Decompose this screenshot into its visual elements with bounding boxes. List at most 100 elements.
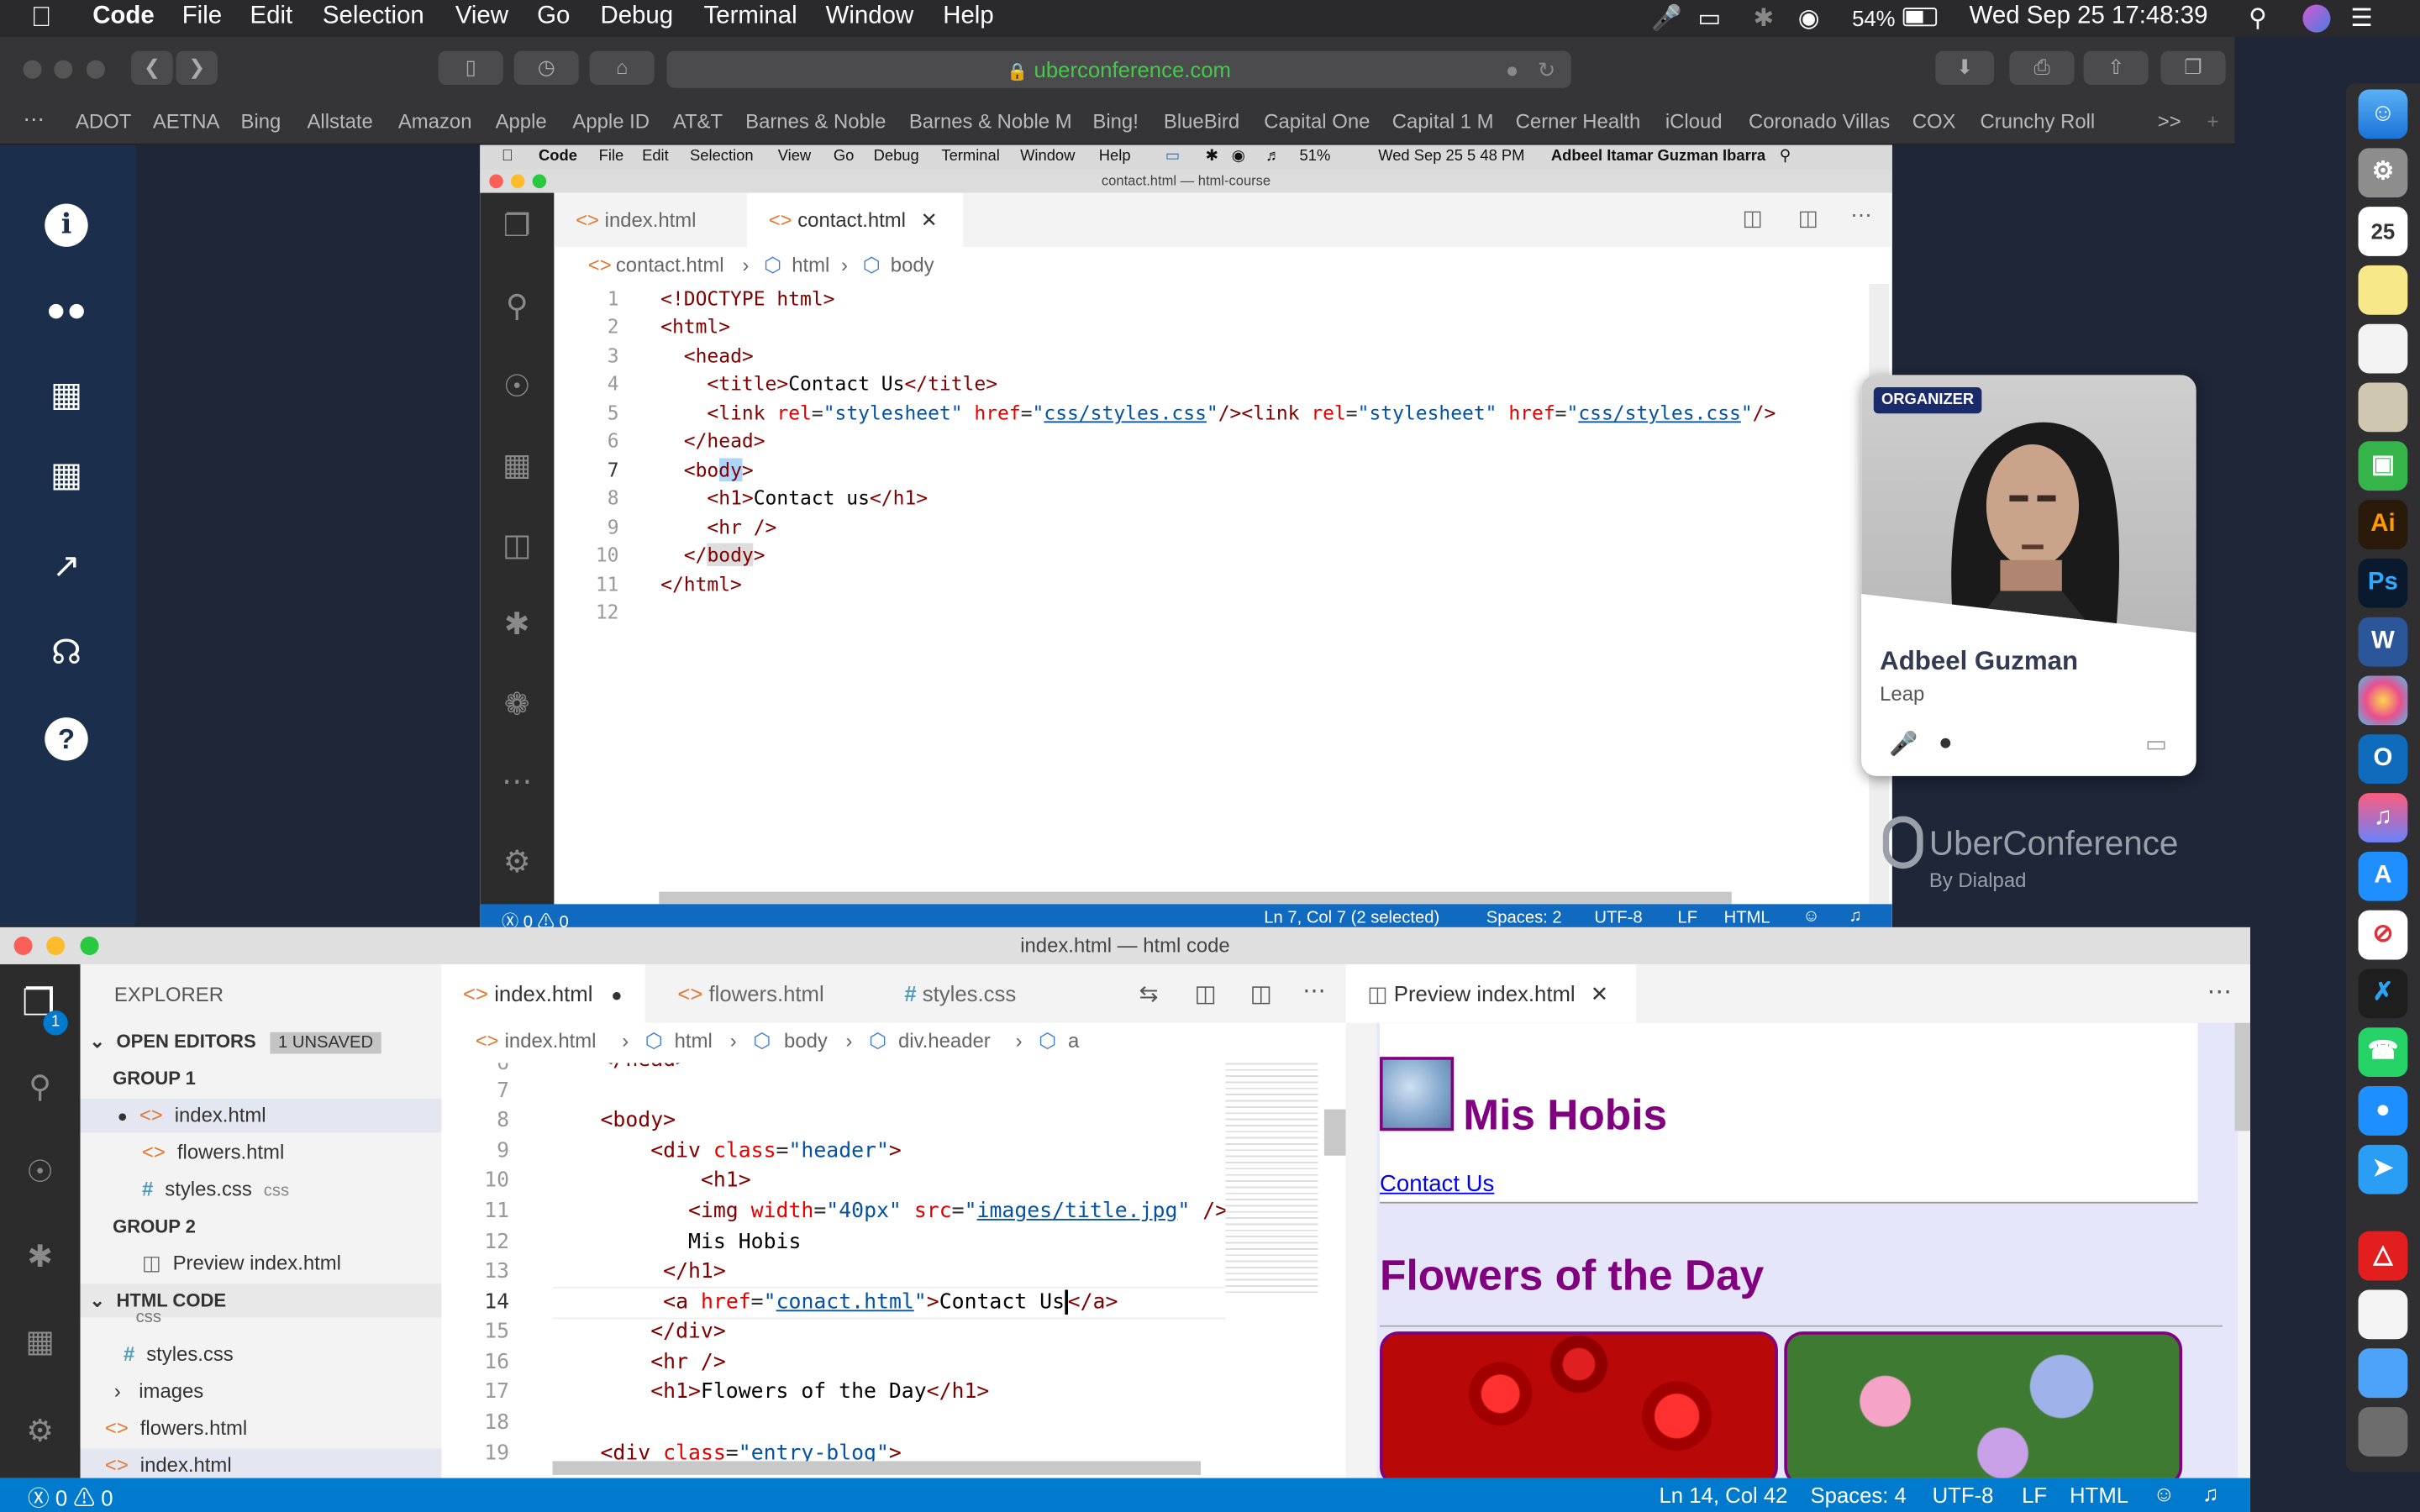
source-control-icon[interactable]: ☉ [22,1154,59,1191]
document-icon[interactable] [2358,1289,2408,1340]
breadcrumb-item[interactable]: div.header [898,1029,991,1053]
downloads-icon[interactable]: ⬇ [1935,50,1995,86]
favorite-link[interactable]: iCloud [1665,109,1723,133]
vertical-scrollbar[interactable] [1323,1109,1346,1156]
favorite-link[interactable]: Apple ID [572,109,650,133]
more-actions-icon[interactable]: ⋯ [2207,977,2232,1008]
system-preferences-icon[interactable]: ⚙ [2358,148,2408,198]
sidebar-toggle-icon[interactable]: ▯ [438,50,503,86]
safari-icon[interactable]: ➤ [2358,1144,2408,1194]
window-zoom-button[interactable] [80,936,99,955]
new-tab-button[interactable]: + [2207,109,2219,133]
unsaved-dot-icon[interactable]: ● [611,984,622,1006]
siri-icon[interactable] [2302,4,2331,33]
open-editor-flowers[interactable]: <> flowers.html [81,1136,442,1169]
extensions-icon[interactable]: ▦ [22,1324,59,1361]
favorite-link[interactable]: BlueBird [1164,109,1239,133]
share-icon[interactable]: ⇧ [2083,50,2149,86]
chat-icon[interactable]: ▦ [45,373,87,416]
facetime-icon[interactable]: ▣ [2358,441,2408,491]
organizer-card[interactable]: ORGANIZER Adbeel Guzman Leap 🎤 ● ▭ [1861,375,2196,776]
favorite-link[interactable]: COX [1912,109,1956,133]
contact-link[interactable]: Contact Us [1380,1171,1494,1197]
breadcrumb-item[interactable]: body [784,1029,828,1053]
more-actions-icon[interactable]: ⋯ [1302,977,1326,1004]
calendar-icon[interactable]: 25 [2358,207,2408,256]
favorite-link[interactable]: Barnes & Noble [745,109,886,133]
split-editor-icon[interactable]: ◫ [1250,979,1272,1007]
search-icon[interactable]: ⚲ [22,1069,59,1106]
airplay-icon[interactable]: ▭ [1697,3,1721,34]
photoshop-icon[interactable]: Ps [2358,558,2408,608]
address-bar[interactable]: 🔒 uberconference.com ● ↻ [666,50,1571,88]
outlook-icon[interactable]: O [2358,734,2408,785]
gear-icon[interactable]: ⚙ [22,1413,59,1450]
open-editor-index[interactable]: ● <> index.html [80,1098,442,1133]
close-icon[interactable]: ✕ [1591,981,1609,1005]
music-icon[interactable]: ♫ [2358,793,2408,843]
breadcrumb-item[interactable]: html [675,1029,713,1053]
reminders-icon[interactable] [2358,323,2408,374]
vscode-icon[interactable]: ✗ [2358,969,2408,1019]
numbers-icon[interactable] [2358,382,2408,433]
notes-icon[interactable] [2358,265,2408,315]
dictation-icon[interactable]: ● [1506,51,1519,88]
encoding[interactable]: UTF-8 [1933,1483,1994,1507]
forward-icon[interactable]: ❯ [176,50,218,86]
debug-icon[interactable]: ✱ [22,1239,59,1276]
news-icon[interactable]: ⊘ [2358,910,2408,960]
tab-preview[interactable]: ◫ Preview index.html ✕ [1345,963,1636,1023]
favorite-link[interactable]: AETNA [153,109,220,133]
apple-icon[interactable]:  [31,2,52,34]
favorite-link[interactable]: Apple [496,109,547,133]
bell-icon[interactable]: ♫ [2202,1481,2218,1505]
microphone-icon[interactable]: 🎤 [1651,3,1682,34]
open-editors-header[interactable]: ⌄ OPEN EDITORS 1 UNSAVED [81,1025,442,1058]
menu-app-name[interactable]: Code [92,3,154,31]
favorite-link[interactable]: Capital One [1264,109,1370,133]
favorite-link[interactable]: Cerner Health [1516,109,1641,133]
print-icon[interactable]: ⎙ [2009,50,2075,86]
tree-file-styles[interactable]: # styles.css [81,1337,442,1371]
favorites-overflow-button[interactable]: >> [2158,109,2181,133]
microphone-icon[interactable]: 🎤 [1889,730,1918,758]
menu-clock[interactable]: Wed Sep 25 17:48:39 [1970,3,2208,31]
illustrator-icon[interactable]: Ai [2358,500,2408,549]
compare-changes-icon[interactable]: ⇆ [1139,979,1159,1007]
finder-icon[interactable]: ☺ [2358,89,2408,139]
window-close-button[interactable] [13,936,33,955]
history-icon[interactable]: ◷ [513,50,579,86]
favorite-link[interactable]: Barnes & Noble M [909,109,1072,133]
indentation[interactable]: Spaces: 4 [1810,1483,1906,1507]
folder-icon[interactable] [2358,1348,2408,1399]
app-store-icon[interactable]: A [2358,851,2408,901]
menu-view[interactable]: View [455,3,508,31]
menu-selection[interactable]: Selection [323,3,424,31]
tree-folder-images[interactable]: › images [81,1375,442,1409]
menu-window[interactable]: Window [826,3,914,31]
minimap[interactable] [1225,1063,1318,1295]
horizontal-scrollbar[interactable] [552,1461,1201,1475]
code-editor[interactable]: 6 </head> 7 8 <body> 9 <div class="heade… [441,1063,1346,1478]
menu-go[interactable]: Go [537,3,570,31]
tab-flowers[interactable]: <> flowers.html [647,964,872,1023]
breadcrumb-item[interactable]: a [1068,1029,1079,1053]
person-icon[interactable]: ● [1939,730,1953,756]
tabs-overview-icon[interactable]: ❐ [2160,50,2226,86]
favorite-link[interactable]: Bing! [1092,109,1138,133]
reload-icon[interactable]: ↻ [1538,51,1556,88]
window-close-button[interactable] [23,60,42,79]
menu-edit[interactable]: Edit [250,3,293,31]
notification-center-icon[interactable]: ☰ [2350,3,2372,34]
tree-file-flowers[interactable]: <> flowers.html [81,1412,442,1446]
menu-help[interactable]: Help [943,3,993,31]
acrobat-icon[interactable]: △ [2358,1231,2408,1281]
favorite-link[interactable]: AT&T [673,109,723,133]
favorite-link[interactable]: Amazon [398,109,472,133]
line-ending[interactable]: LF [2022,1483,2047,1507]
tab-styles[interactable]: # styles.css [874,964,1075,1023]
back-icon[interactable]: ❮ [131,50,173,86]
messenger-icon[interactable]: ● [2358,1086,2408,1136]
favorite-link[interactable]: Coronado Villas [1749,109,1890,133]
help-icon[interactable]: ? [45,717,88,761]
